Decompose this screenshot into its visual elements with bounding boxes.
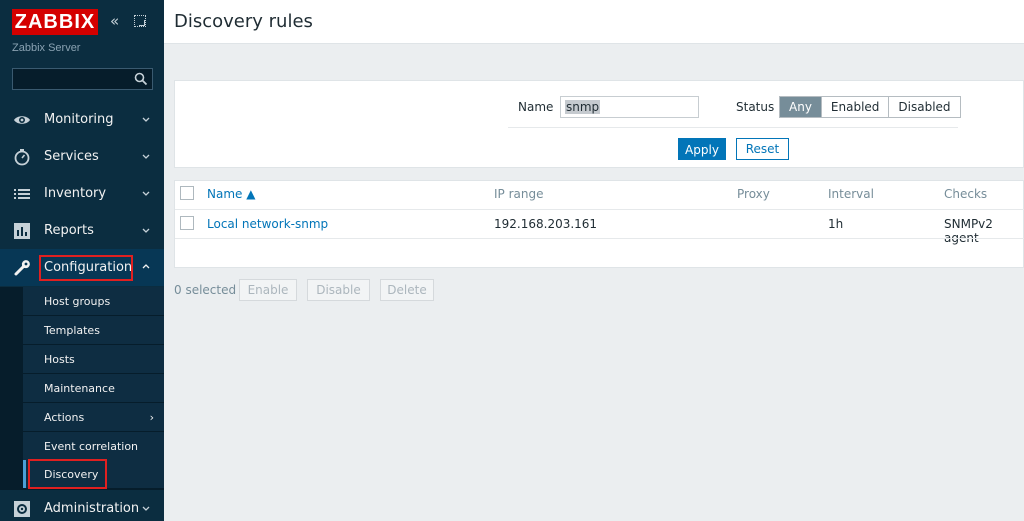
collapse-sidebar-icon[interactable]: « [110, 12, 119, 30]
menu-item-reports[interactable]: Reports [0, 212, 164, 249]
status-option-disabled[interactable]: Disabled [889, 97, 960, 117]
search-input[interactable] [13, 69, 131, 90]
kiosk-mode-icon[interactable] [134, 15, 146, 27]
column-header-checks: Checks [944, 187, 988, 201]
menu-label-administration: Administration [44, 501, 140, 516]
name-filter-input[interactable]: snmp [560, 96, 699, 118]
name-filter-label: Name [518, 100, 554, 114]
row-checkbox[interactable] [180, 216, 194, 230]
submenu-item-host-groups[interactable]: Host groups [23, 287, 164, 316]
rule-name-link[interactable]: Local network-snmp [207, 217, 328, 231]
search-box [12, 68, 153, 90]
chevron-down-icon [142, 228, 150, 233]
name-filter-value: snmp [565, 100, 601, 114]
ip-range-cell: 192.168.203.161 [494, 217, 598, 231]
filter-divider [508, 127, 958, 128]
chevron-down-icon [142, 154, 150, 159]
column-header-name[interactable]: Name ▲ [207, 187, 255, 201]
row-divider [175, 238, 1024, 239]
bar-chart-icon [14, 223, 30, 239]
submenu-label: Actions [44, 411, 85, 424]
list-icon [14, 189, 30, 199]
submenu-label: Templates [44, 324, 100, 337]
status-filter-label: Status [736, 100, 775, 114]
discovery-highlight [28, 459, 107, 489]
submenu-item-templates[interactable]: Templates [23, 316, 164, 345]
disable-button[interactable]: Disable [307, 279, 370, 301]
discovery-rules-table: Name ▲ IP range Proxy Interval Checks Lo… [174, 180, 1024, 268]
column-header-proxy: Proxy [737, 187, 770, 201]
menu-label-inventory: Inventory [44, 186, 107, 201]
wrench-icon [14, 260, 30, 276]
status-option-any[interactable]: Any [780, 97, 822, 117]
stopwatch-icon [14, 149, 30, 166]
menu-label-reports: Reports [44, 223, 94, 238]
submenu-item-actions[interactable]: Actions › [23, 403, 164, 432]
server-name: Zabbix Server [12, 42, 81, 54]
status-option-enabled[interactable]: Enabled [821, 97, 890, 117]
page-title: Discovery rules [174, 11, 313, 32]
submenu-label: Event correlation [44, 440, 139, 453]
enable-button[interactable]: Enable [239, 279, 297, 301]
active-item-marker [23, 460, 26, 488]
menu-label-services: Services [44, 149, 99, 164]
filter-panel: Name snmp Status Any Enabled Disabled Ap… [174, 80, 1024, 168]
submenu-label: Host groups [44, 295, 111, 308]
zabbix-logo[interactable]: ZABBIX [12, 9, 98, 35]
delete-button[interactable]: Delete [380, 279, 434, 301]
status-filter-segmented: Any Enabled Disabled [779, 96, 961, 118]
checks-cell: SNMPv2 agent [944, 217, 993, 245]
menu-item-administration[interactable]: Administration [0, 490, 164, 521]
interval-cell: 1h [828, 217, 844, 231]
select-all-checkbox[interactable] [180, 186, 194, 200]
chevron-down-icon [142, 191, 150, 196]
page-header: Discovery rules [164, 0, 1024, 44]
gear-icon [14, 501, 30, 517]
chevron-down-icon [142, 506, 150, 511]
chevron-down-icon [142, 117, 150, 122]
submenu-item-maintenance[interactable]: Maintenance [23, 374, 164, 403]
chevron-up-icon [142, 264, 150, 269]
menu-label-monitoring: Monitoring [44, 112, 114, 127]
submenu-label: Maintenance [44, 382, 115, 395]
column-header-ip-range: IP range [494, 187, 544, 201]
reset-button[interactable]: Reset [736, 138, 789, 160]
submenu-label: Hosts [44, 353, 75, 366]
chevron-right-icon: › [149, 411, 154, 424]
menu-item-services[interactable]: Services [0, 138, 164, 175]
search-icon[interactable] [134, 72, 148, 86]
sidebar: ZABBIX « Zabbix Server Monitoring Servic… [0, 0, 164, 521]
column-header-interval: Interval [828, 187, 874, 201]
submenu-item-event-correlation[interactable]: Event correlation [23, 432, 164, 461]
apply-button[interactable]: Apply [678, 138, 726, 160]
configuration-highlight [39, 255, 133, 281]
selected-count: 0 selected [174, 283, 237, 297]
eye-icon [14, 116, 30, 124]
menu-item-monitoring[interactable]: Monitoring [0, 101, 164, 138]
header-divider [175, 209, 1024, 210]
submenu-item-hosts[interactable]: Hosts [23, 345, 164, 374]
menu-item-inventory[interactable]: Inventory [0, 175, 164, 212]
